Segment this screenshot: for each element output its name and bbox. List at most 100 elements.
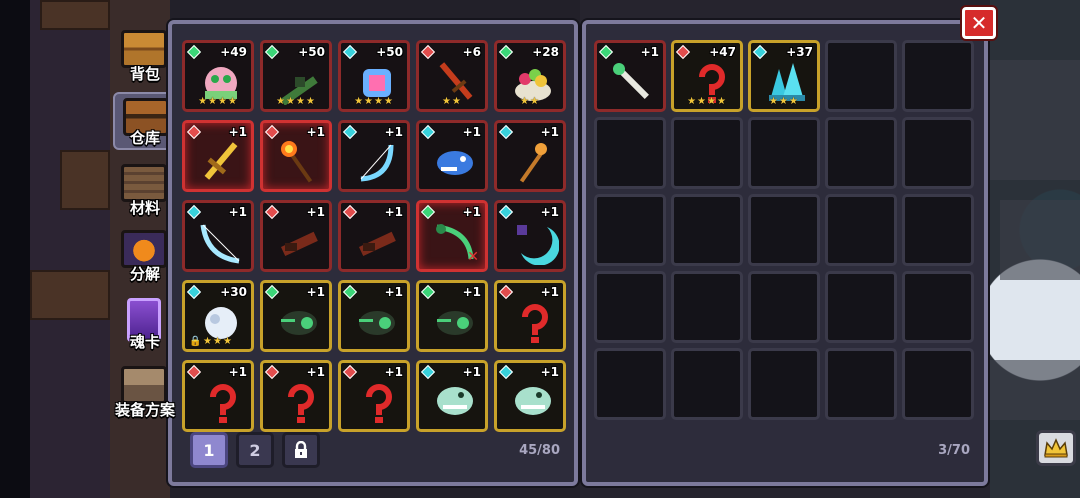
item-upgrade-count: +1 <box>462 125 481 139</box>
item-upgrade-count: +1 <box>306 285 325 299</box>
item-upgrade-count: +1 <box>384 365 403 379</box>
item-upgrade-count: +1 <box>462 285 481 299</box>
page-1-button[interactable]: 1 <box>190 432 228 468</box>
left_panel-item-slot[interactable]: +1 <box>416 120 488 192</box>
right_panel-empty-slot[interactable] <box>825 194 897 266</box>
right_panel-item-slot[interactable]: +37 ★★★ <box>748 40 820 112</box>
item-upgrade-count: +1 <box>228 205 247 219</box>
item-upgrade-count: +49 <box>220 45 247 59</box>
right_panel-empty-slot[interactable] <box>902 117 974 189</box>
right_panel-empty-slot[interactable] <box>671 271 743 343</box>
frost-bow-icon <box>200 224 240 264</box>
right_panel-empty-slot[interactable] <box>748 194 820 266</box>
ghost-fish-icon <box>437 387 473 415</box>
bone-staff-icon <box>613 63 649 99</box>
item-star-rating: ★★★★ <box>276 96 316 107</box>
green-beetle-icon <box>281 311 317 335</box>
tab-materials-label: 材料 <box>129 199 160 217</box>
left_panel-item-slot[interactable]: +49 ★★★★ <box>182 40 254 112</box>
tab-equipment-plan-label: 装备方案 <box>114 401 175 419</box>
right_panel-item-slot[interactable]: +1 <box>594 40 666 112</box>
right_panel-empty-slot[interactable] <box>748 348 820 420</box>
right_panel-empty-slot[interactable] <box>594 194 666 266</box>
right_panel-empty-slot[interactable] <box>594 348 666 420</box>
left_panel-item-slot[interactable]: +1 <box>182 200 254 272</box>
page-2-button[interactable]: 2 <box>236 432 274 468</box>
item-upgrade-count: +1 <box>540 285 559 299</box>
left_panel-item-slot[interactable]: +50 ★★★★ <box>338 40 410 112</box>
tab-soul-card-label: 魂卡 <box>129 333 160 351</box>
left_panel-item-slot[interactable]: +1 <box>338 120 410 192</box>
left_panel-item-slot[interactable]: +1 <box>182 360 254 432</box>
left_panel-item-slot[interactable]: +1 <box>260 200 332 272</box>
close-button[interactable]: ✕ <box>962 7 996 39</box>
green-beetle-icon <box>437 311 473 335</box>
left_panel-item-slot[interactable]: +1 <box>494 280 566 352</box>
right_panel-item-slot[interactable]: +47 ★★★★ <box>671 40 743 112</box>
right_panel-empty-slot[interactable] <box>902 348 974 420</box>
right_panel-empty-slot[interactable] <box>825 117 897 189</box>
left_panel-item-slot[interactable]: +30 ★★★ 🔒 <box>182 280 254 352</box>
right_panel-empty-slot[interactable] <box>825 271 897 343</box>
right_panel-empty-slot[interactable] <box>825 348 897 420</box>
left_panel-item-slot[interactable]: +28 ★★ <box>494 40 566 112</box>
right_panel-empty-slot[interactable] <box>825 40 897 112</box>
left_panel-item-slot[interactable]: +1 <box>416 280 488 352</box>
crown-button[interactable] <box>1036 430 1076 466</box>
shark-gun-icon <box>437 151 473 175</box>
item-upgrade-count: +1 <box>540 205 559 219</box>
storage-item-grid: +1 +47 ★★★★ +37 ★★★ <box>594 40 984 432</box>
left_panel-item-slot[interactable]: +1 <box>260 360 332 432</box>
item-upgrade-count: +1 <box>462 365 481 379</box>
right_panel-empty-slot[interactable] <box>902 40 974 112</box>
item-upgrade-count: +1 <box>640 45 659 59</box>
left_panel-item-slot[interactable]: +1 <box>338 360 410 432</box>
left_panel-item-slot[interactable]: +1 <box>338 200 410 272</box>
right_panel-empty-slot[interactable] <box>671 194 743 266</box>
item-upgrade-count: +1 <box>228 125 247 139</box>
warehouse-capacity: 45/80 <box>519 443 560 458</box>
right_panel-empty-slot[interactable] <box>671 348 743 420</box>
item-upgrade-count: +1 <box>384 285 403 299</box>
item-upgrade-count: +50 <box>298 45 325 59</box>
left_panel-item-slot[interactable]: +50 ★★★★ <box>260 40 332 112</box>
item-star-rating: ★★★★ <box>198 96 238 107</box>
red-hook-icon <box>210 384 236 423</box>
right_panel-empty-slot[interactable] <box>594 117 666 189</box>
left_panel-item-slot[interactable]: +1 <box>182 120 254 192</box>
green-beetle-icon <box>359 311 395 335</box>
item-upgrade-count: +47 <box>709 45 736 59</box>
left_panel-item-slot[interactable]: +1 <box>416 360 488 432</box>
right_panel-empty-slot[interactable] <box>902 194 974 266</box>
dark-claw-icon <box>280 231 318 257</box>
item-upgrade-count: +1 <box>384 205 403 219</box>
fire-wand-icon <box>281 141 313 183</box>
close-icon: ✕ <box>970 11 988 35</box>
left_panel-item-slot[interactable]: +1 <box>494 120 566 192</box>
item-upgrade-count: +1 <box>228 365 247 379</box>
warehouse-panel: +49 ★★★★ +50 ★★★★ +50 ★★★★ +6 ★★ +28 ★★ +1 +1 +1 +1 +1… <box>168 20 578 486</box>
left_panel-item-slot[interactable]: +1 <box>260 120 332 192</box>
item-upgrade-count: +1 <box>540 365 559 379</box>
right_panel-empty-slot[interactable] <box>748 271 820 343</box>
red-hook-icon <box>288 384 314 423</box>
warehouse-pager: 1 2 <box>190 432 320 468</box>
right_panel-empty-slot[interactable] <box>671 117 743 189</box>
right_panel-empty-slot[interactable] <box>594 271 666 343</box>
lock-page-button[interactable] <box>282 432 320 468</box>
right_panel-empty-slot[interactable] <box>748 117 820 189</box>
item-upgrade-count: +6 <box>462 45 481 59</box>
left_panel-item-slot[interactable]: +1 <box>494 200 566 272</box>
left_panel-item-slot[interactable]: +6 ★★ <box>416 40 488 112</box>
ice-bow-icon <box>360 144 394 182</box>
item-upgrade-count: +1 <box>384 125 403 139</box>
left_panel-item-slot[interactable]: +1 <box>494 360 566 432</box>
item-upgrade-count: +1 <box>306 205 325 219</box>
item-upgrade-count: +1 <box>306 365 325 379</box>
right_panel-empty-slot[interactable] <box>902 271 974 343</box>
item-star-rating: ★★★ <box>769 96 799 107</box>
left_panel-item-slot[interactable]: +1 <box>260 280 332 352</box>
item-upgrade-count: +1 <box>540 125 559 139</box>
left_panel-item-slot[interactable]: +1 ✕ <box>416 200 488 272</box>
left_panel-item-slot[interactable]: +1 <box>338 280 410 352</box>
